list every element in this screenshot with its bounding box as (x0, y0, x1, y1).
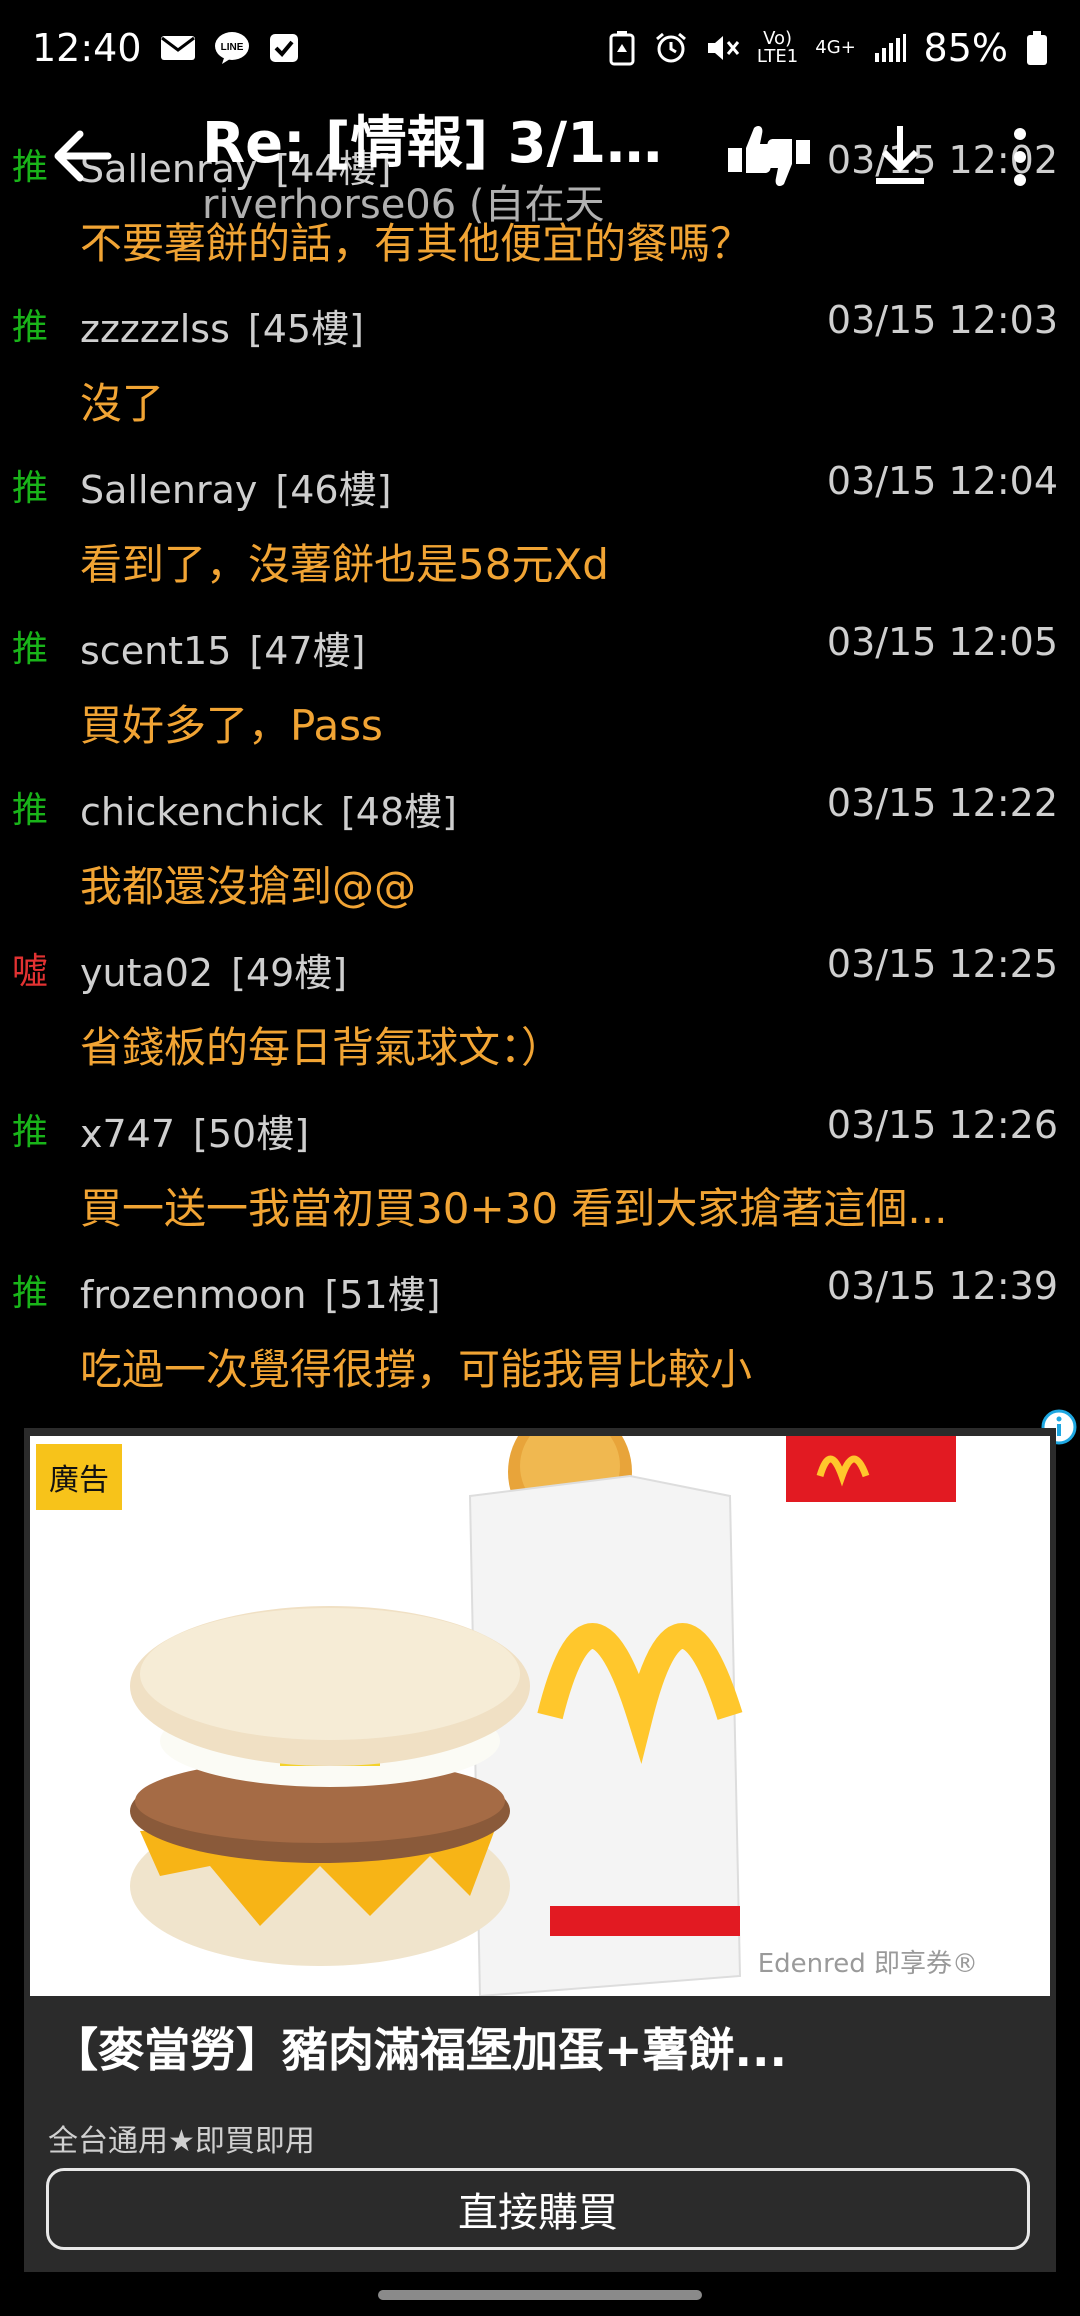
ad-title[interactable]: 【麥當勞】豬肉滿福堡加蛋+薯餅... (52, 2014, 1012, 2080)
network-4g-label: 4G+ (815, 37, 856, 58)
volte-label: Vo) LTE1 (756, 28, 799, 67)
comment-content: 吃過一次覺得很撐，可能我胃比較小 (80, 1345, 753, 1394)
comment-time: 03/15 12:05 (826, 620, 1058, 664)
comment-author[interactable]: chickenchick [48樓] (80, 781, 457, 836)
comment-content: 省錢板的每日背氣球文：） (80, 1023, 564, 1072)
more-vert-icon (1014, 128, 1026, 186)
comment-author[interactable]: yuta02 [49樓] (80, 942, 347, 997)
ad-subtitle: 全台通用★即買即用 (48, 2124, 315, 2159)
comment-author[interactable]: x747 [50樓] (80, 1103, 309, 1158)
status-bar: 12:40 LINE Vo) LTE1 4G+ 85% (0, 0, 1080, 96)
advertisement[interactable]: 廣告 Edenred 即享券® 【麥當勞】豬肉滿福堡加蛋+薯餅... 全台通用★… (24, 1428, 1056, 2272)
author-name: chickenchick (80, 790, 323, 834)
home-indicator[interactable] (378, 2290, 702, 2300)
push-tag: 推 (12, 629, 49, 670)
author-name: x747 (80, 1112, 176, 1156)
app-bar: Re: [情報] 3/11 m... riverhorse06 (自在天 (0, 90, 1080, 228)
floor-number: [48樓] (340, 790, 457, 834)
push-tag: 推 (12, 1273, 49, 1314)
download-button[interactable] (870, 122, 930, 192)
floor-number: [47樓] (249, 629, 366, 673)
signal-icon (874, 33, 906, 63)
author-name: frozenmoon (80, 1273, 307, 1317)
push-tag: 推 (12, 307, 49, 348)
comment-author[interactable]: frozenmoon [51樓] (80, 1264, 440, 1319)
status-time: 12:40 (32, 26, 142, 70)
mute-icon (706, 32, 740, 64)
comment-item: 推 Sallenray [46樓] 03/15 12:04 看到了，沒薯餅也是58… (0, 459, 1080, 619)
ad-badge: 廣告 (36, 1444, 122, 1510)
arrow-left-icon (54, 130, 112, 182)
author-name: zzzzzlss (80, 307, 230, 351)
comment-content: 我都還沒搶到@@ (80, 862, 417, 911)
buy-now-button[interactable]: 直接購買 (46, 2168, 1030, 2250)
comment-time: 03/15 12:25 (826, 942, 1058, 986)
floor-number: [45樓] (247, 307, 364, 351)
comment-time: 03/15 12:03 (826, 298, 1058, 342)
battery-saver-icon (608, 30, 636, 66)
comment-time: 03/15 12:04 (826, 459, 1058, 503)
more-options-button[interactable] (1002, 122, 1038, 192)
comment-item: 推 x747 [50樓] 03/15 12:26 買一送一我當初買30+30 看到… (0, 1103, 1080, 1263)
page-subtitle: riverhorse06 (自在天 (202, 182, 605, 228)
comment-content: 買一送一我當初買30+30 看到大家搶著這個... (80, 1184, 948, 1233)
comment-author[interactable]: Sallenray [46樓] (80, 459, 391, 514)
floor-number: [50樓] (193, 1112, 310, 1156)
comment-item: 推 frozenmoon [51樓] 03/15 12:39 吃過一次覺得很撐，可… (0, 1264, 1080, 1424)
comment-time: 03/15 12:26 (826, 1103, 1058, 1147)
comment-author[interactable]: zzzzzlss [45樓] (80, 298, 364, 353)
battery-icon (1026, 30, 1048, 66)
floor-number: [46樓] (275, 468, 392, 512)
ad-image[interactable]: 廣告 Edenred 即享券® (30, 1436, 1050, 1996)
comment-item: 噓 yuta02 [49樓] 03/15 12:25 省錢板的每日背氣球文：） (0, 942, 1080, 1102)
thumbs-up-down-icon (728, 126, 810, 186)
push-tag: 推 (12, 790, 49, 831)
comment-item: 推 zzzzzlss [45樓] 03/15 12:03 沒了 (0, 298, 1080, 458)
push-tag: 推 (12, 1112, 49, 1153)
push-tag: 推 (12, 468, 49, 509)
comment-content: 買好多了，Pass (80, 701, 383, 750)
comment-item: 推 scent15 [47樓] 03/15 12:05 買好多了，Pass (0, 620, 1080, 780)
comment-content: 沒了 (80, 379, 165, 428)
page-title: Re: [情報] 3/11 m... (202, 111, 672, 176)
vote-button[interactable] (724, 118, 814, 188)
alarm-icon (654, 31, 688, 65)
floor-number: [51樓] (324, 1273, 441, 1317)
author-name: Sallenray (80, 468, 258, 512)
comment-content: 看到了，沒薯餅也是58元Xd (80, 540, 609, 589)
author-name: yuta02 (80, 951, 214, 995)
mail-icon (160, 34, 196, 62)
author-name: scent15 (80, 629, 232, 673)
svg-text:LINE: LINE (220, 42, 243, 53)
comment-author[interactable]: scent15 [47樓] (80, 620, 365, 675)
boo-tag: 噓 (12, 951, 49, 992)
burger-hashbrown-illustration (30, 1436, 1050, 1996)
download-icon (876, 126, 924, 184)
line-icon: LINE (214, 31, 250, 65)
battery-percent: 85% (923, 26, 1008, 70)
comment-item: 推 chickenchick [48樓] 03/15 12:22 我都還沒搶到@@ (0, 781, 1080, 941)
check-box-icon (268, 32, 300, 64)
comment-time: 03/15 12:22 (826, 781, 1058, 825)
back-button[interactable] (48, 120, 120, 192)
ad-watermark: Edenred 即享券® (757, 1949, 978, 1979)
floor-number: [49樓] (231, 951, 348, 995)
comment-time: 03/15 12:39 (826, 1264, 1058, 1308)
